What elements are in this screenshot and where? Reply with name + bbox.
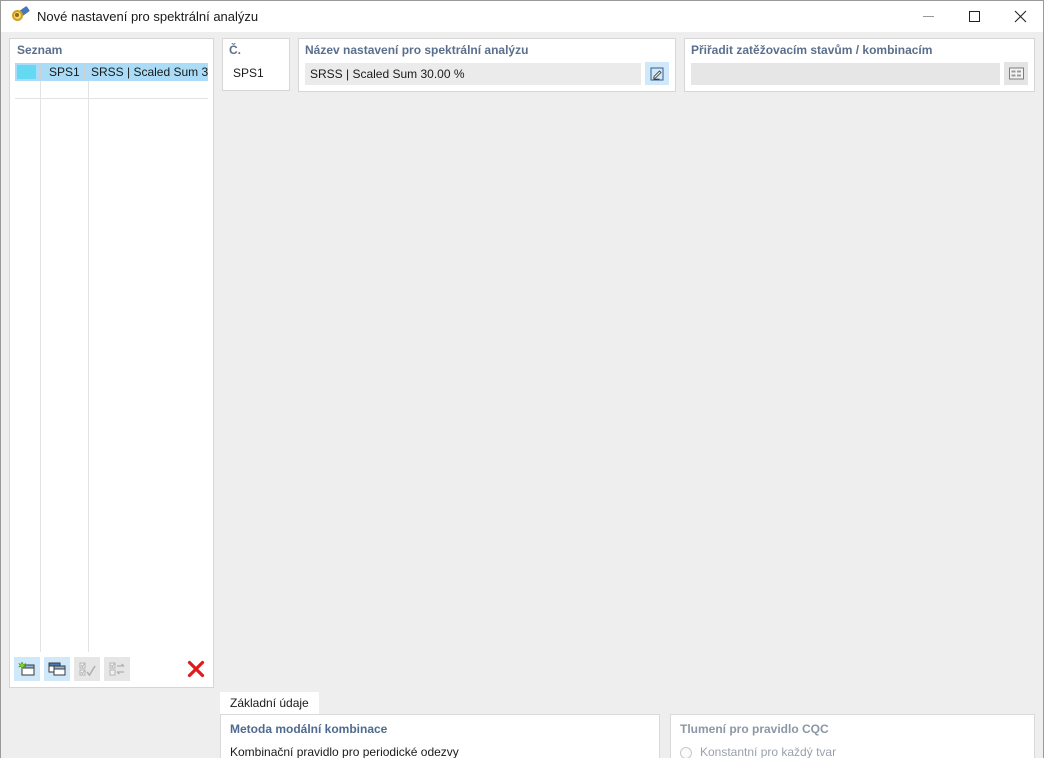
tab-zakladni-udaje[interactable]: Základní údaje	[220, 692, 319, 714]
cqc-damping-group: Tlumení pro pravidlo CQC Konstantní pro …	[670, 714, 1035, 758]
assign-panel-legend: Přiřadit zatěžovacím stavům / kombinacím	[691, 43, 933, 57]
maximize-button[interactable]	[951, 1, 997, 32]
top-row: Seznam SPS1 SRSS | Scaled Sum 30.00 %	[1, 32, 1043, 688]
tab-content: Metoda modální kombinace Kombinační prav…	[220, 714, 1035, 758]
dialog-body: Seznam SPS1 SRSS | Scaled Sum 30.00 %	[1, 32, 1043, 758]
close-button[interactable]	[997, 1, 1043, 32]
list-panel-legend: Seznam	[17, 43, 63, 57]
list-panel: Seznam SPS1 SRSS | Scaled Sum 30.00 %	[9, 38, 214, 688]
invert-selection-button	[104, 657, 130, 681]
title-bar: Nové nastavení pro spektrální analýzu	[1, 1, 1043, 32]
list-item[interactable]: SPS1 SRSS | Scaled Sum 30.00 %	[15, 63, 208, 81]
dialog-window: Nové nastavení pro spektrální analýzu Se…	[0, 0, 1044, 758]
color-swatch-icon	[17, 65, 36, 79]
copy-item-button[interactable]	[44, 657, 70, 681]
constant-damping-radio-row: Konstantní pro každý tvar	[680, 745, 1025, 758]
constant-damping-label: Konstantní pro každý tvar	[700, 745, 837, 758]
name-field[interactable]: SRSS | Scaled Sum 30.00 %	[305, 62, 641, 85]
delete-item-button[interactable]	[183, 657, 209, 681]
constant-damping-radio	[680, 747, 692, 758]
select-all-button	[74, 657, 100, 681]
name-panel-legend: Název nastavení pro spektrální analýzu	[305, 43, 529, 57]
spectral-settings-list[interactable]: SPS1 SRSS | Scaled Sum 30.00 %	[14, 62, 209, 653]
table-picker-icon[interactable]	[1004, 62, 1028, 85]
name-panel: Název nastavení pro spektrální analýzu S…	[298, 38, 676, 92]
list-toolbar	[14, 653, 209, 683]
modal-combination-title: Metoda modální kombinace	[230, 722, 388, 736]
window-title: Nové nastavení pro spektrální analýzu	[37, 8, 259, 24]
cqc-damping-title: Tlumení pro pravidlo CQC	[680, 722, 829, 736]
window-controls	[905, 1, 1043, 32]
key-icon	[11, 5, 30, 25]
list-item-name: SRSS | Scaled Sum 30.00 %	[84, 65, 208, 79]
list-grid-lines	[15, 81, 208, 652]
tab-strip: Základní údaje	[220, 692, 1035, 714]
assign-panel: Přiřadit zatěžovacím stavům / kombinacím	[684, 38, 1035, 92]
edit-pencil-icon[interactable]	[645, 62, 669, 85]
number-field[interactable]: SPS1	[229, 62, 283, 84]
periodic-rule-label: Kombinační pravidlo pro periodické odezv…	[230, 745, 459, 758]
minimize-button[interactable]	[905, 1, 951, 32]
new-item-button[interactable]	[14, 657, 40, 681]
number-panel-legend: Č.	[229, 43, 241, 57]
assign-field[interactable]	[691, 62, 1000, 85]
modal-combination-group: Metoda modální kombinace Kombinační prav…	[220, 714, 660, 758]
number-panel: Č. SPS1	[222, 38, 290, 91]
list-item-no: SPS1	[40, 65, 84, 79]
tab-area: Základní údaje Metoda modální kombinace …	[220, 692, 1035, 758]
